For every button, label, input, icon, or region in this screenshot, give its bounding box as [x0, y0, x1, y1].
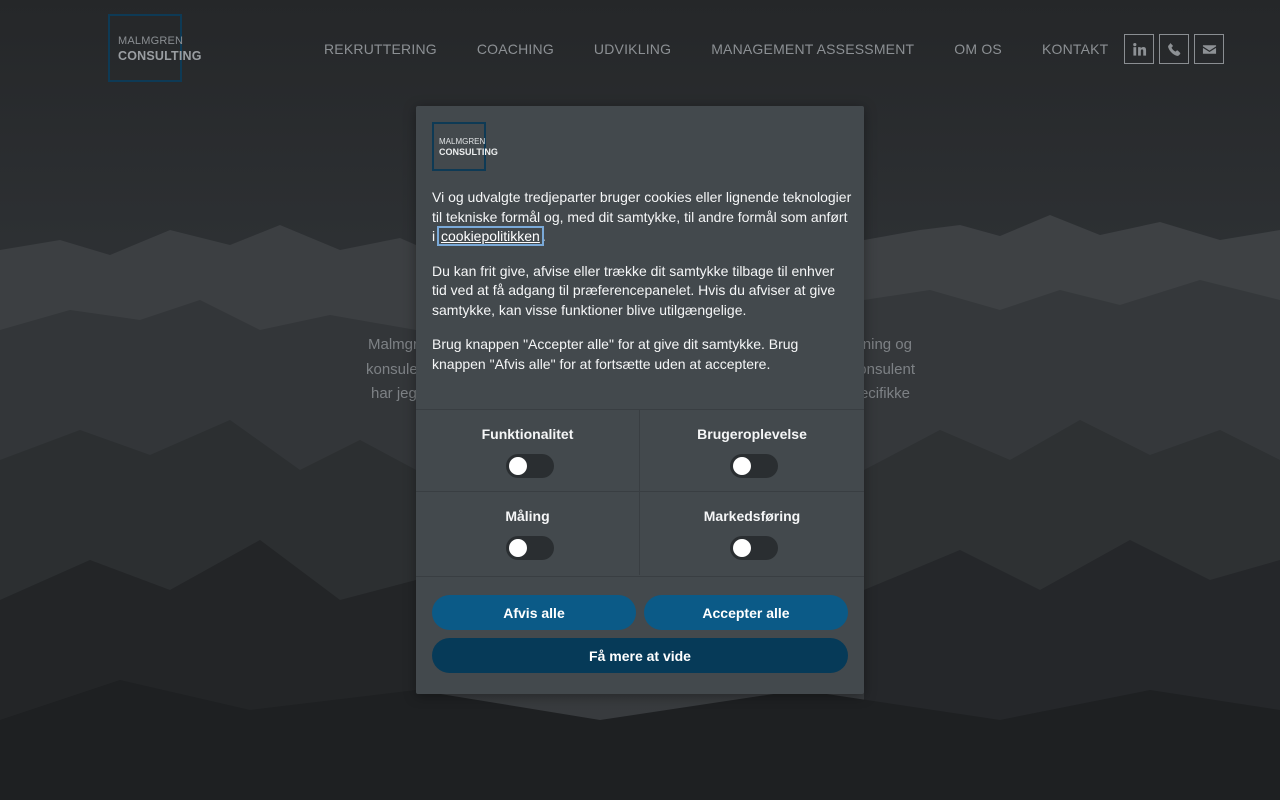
envelope-icon	[1202, 44, 1216, 54]
logo-line1: MALMGREN	[118, 35, 184, 47]
toggle-knob	[733, 539, 751, 557]
consent-paragraph-2: Du kan frit give, afvise eller trække di…	[432, 262, 836, 318]
cookie-policy-link[interactable]: cookiepolitikken	[437, 226, 544, 246]
consent-toggle-grid: Funktionalitet Brugeroplevelse Måling Ma…	[416, 409, 864, 577]
cookie-consent-dialog: MALMGREN CONSULTING Vi og udvalgte tredj…	[416, 106, 864, 694]
toggle-knob	[509, 539, 527, 557]
dialog-logo-line2: CONSULTING	[439, 147, 498, 157]
toggle-cell-funktionalitet: Funktionalitet	[416, 410, 640, 492]
toggle-knob	[733, 457, 751, 475]
site-logo[interactable]: MALMGREN CONSULTING	[108, 14, 202, 82]
hero-line-left: konsule	[366, 360, 418, 378]
nav-udvikling[interactable]: UDVIKLING	[594, 40, 671, 60]
nav-om-os[interactable]: OM OS	[954, 40, 1002, 60]
linkedin-icon	[1132, 42, 1146, 56]
consent-paragraph-1: Vi og udvalgte tredjeparter bruger cooki…	[432, 188, 852, 247]
site-header: MALMGREN CONSULTING REKRUTTERING COACHIN…	[0, 0, 1280, 98]
reject-all-button[interactable]: Afvis alle	[432, 595, 636, 630]
dialog-logo: MALMGREN CONSULTING	[432, 122, 498, 171]
social-links	[1124, 34, 1224, 64]
nav-management-assessment[interactable]: MANAGEMENT ASSESSMENT	[711, 40, 914, 60]
learn-more-button[interactable]: Få mere at vide	[432, 638, 848, 673]
toggle-label: Brugeroplevelse	[697, 426, 807, 442]
toggle-cell-maaling: Måling	[416, 492, 640, 575]
hero-line-right: onsulent	[858, 360, 915, 378]
hero-line-left: Malmgr	[368, 336, 419, 353]
linkedin-button[interactable]	[1124, 34, 1154, 64]
maaling-toggle[interactable]	[506, 536, 554, 560]
nav-rekruttering[interactable]: REKRUTTERING	[324, 40, 437, 60]
toggle-label: Markedsføring	[703, 508, 801, 524]
main-nav: REKRUTTERING COACHING UDVIKLING MANAGEME…	[324, 40, 1148, 60]
funktionalitet-toggle[interactable]	[506, 454, 554, 478]
toggle-label: Måling	[505, 508, 550, 524]
brugeroplevelse-toggle[interactable]	[730, 454, 778, 478]
consent-description: Vi og udvalgte tredjeparter bruger cooki…	[432, 188, 852, 389]
phone-button[interactable]	[1159, 34, 1189, 64]
dialog-logo-line1: MALMGREN	[439, 137, 486, 146]
hero-line-right: ning og	[862, 336, 912, 353]
consent-text-part: .	[541, 228, 546, 244]
accept-all-button[interactable]: Accepter alle	[644, 595, 848, 630]
nav-kontakt[interactable]: KONTAKT	[1042, 40, 1108, 60]
email-button[interactable]	[1194, 34, 1224, 64]
toggle-cell-brugeroplevelse: Brugeroplevelse	[640, 410, 864, 492]
toggle-label: Funktionalitet	[481, 426, 574, 442]
hero-line-right: ecifikke	[859, 385, 910, 402]
logo-line2: CONSULTING	[118, 49, 202, 63]
phone-icon	[1167, 42, 1180, 56]
toggle-knob	[509, 457, 527, 475]
markedsfoering-toggle[interactable]	[730, 536, 778, 560]
hero-line-left: har jeg	[371, 385, 417, 402]
consent-paragraph-3: Brug knappen "Accepter alle" for at give…	[432, 336, 799, 372]
toggle-cell-markedsfoering: Markedsføring	[640, 492, 864, 575]
nav-coaching[interactable]: COACHING	[477, 40, 554, 60]
